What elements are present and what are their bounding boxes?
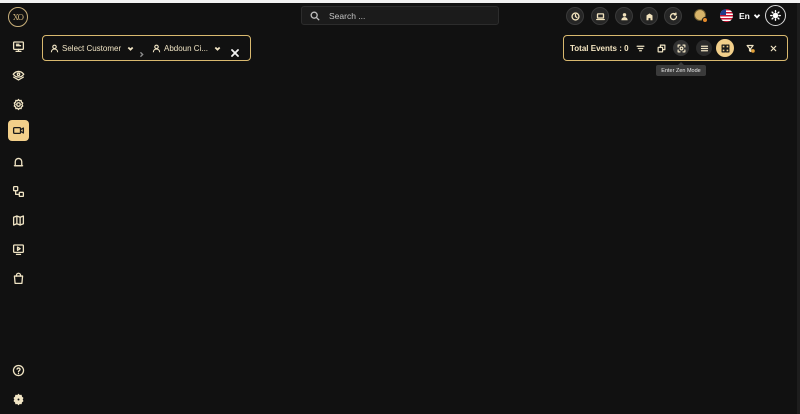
help-circle-icon bbox=[12, 364, 25, 377]
gear-filled-icon bbox=[13, 393, 24, 406]
nodes-icon bbox=[12, 185, 25, 198]
clear-selection-button[interactable] bbox=[231, 44, 239, 62]
devices-button[interactable] bbox=[591, 7, 609, 25]
customer-label: Select Customer bbox=[62, 44, 122, 53]
language-label: En bbox=[739, 10, 750, 21]
sidebar-item-alarms[interactable] bbox=[8, 152, 29, 173]
sites-button[interactable] bbox=[640, 7, 658, 25]
monitor-chat-icon bbox=[12, 41, 25, 53]
user-avatar[interactable] bbox=[694, 9, 708, 23]
chevron-down-icon bbox=[753, 13, 761, 19]
list-view-icon bbox=[700, 45, 708, 51]
top-edge-line bbox=[0, 0, 800, 3]
users-button[interactable] bbox=[615, 7, 633, 25]
video-camera-icon bbox=[12, 127, 25, 134]
sun-icon bbox=[770, 10, 781, 21]
history-button[interactable] bbox=[566, 7, 584, 25]
zen-mode-tooltip: Enter Zen Mode bbox=[656, 62, 706, 76]
user-icon bbox=[620, 12, 628, 20]
us-flag-icon bbox=[720, 9, 733, 22]
help-button[interactable] bbox=[8, 360, 29, 381]
app-logo[interactable]: XO bbox=[8, 7, 28, 27]
list-view-button[interactable] bbox=[696, 40, 712, 56]
notification-dot bbox=[702, 17, 708, 23]
building-icon bbox=[646, 13, 652, 20]
close-events-button[interactable] bbox=[765, 40, 781, 56]
restore-window-icon bbox=[657, 44, 665, 52]
play-screen-icon bbox=[12, 244, 25, 256]
search-icon bbox=[310, 11, 320, 21]
sidebar-item-video[interactable] bbox=[8, 120, 29, 141]
zen-mode-icon bbox=[677, 44, 685, 52]
sidebar-item-playback[interactable] bbox=[8, 239, 29, 260]
total-events-label: Total Events : 0 bbox=[570, 44, 629, 53]
site-dropdown[interactable]: Abdoun Ci... bbox=[152, 44, 221, 53]
user-outline-icon bbox=[50, 44, 59, 53]
search-input[interactable] bbox=[329, 10, 489, 21]
gear-outline-icon bbox=[13, 98, 24, 111]
logo-text: XO bbox=[12, 12, 24, 22]
bell-box-icon bbox=[13, 157, 24, 167]
filter-button[interactable] bbox=[632, 40, 648, 56]
refresh-icon bbox=[669, 11, 677, 20]
sidebar-item-dashboard[interactable] bbox=[8, 36, 29, 57]
sidebar: XO bbox=[0, 3, 36, 414]
laptop-icon bbox=[595, 12, 605, 20]
filter-clear-icon bbox=[746, 44, 755, 53]
sidebar-item-vision[interactable] bbox=[8, 65, 29, 86]
map-icon bbox=[12, 215, 25, 226]
filter-clear-button[interactable] bbox=[742, 40, 758, 56]
restore-window-button[interactable] bbox=[653, 40, 669, 56]
sidebar-item-settings[interactable] bbox=[8, 94, 29, 115]
sidebar-item-store[interactable] bbox=[8, 268, 29, 289]
shopping-bag-icon bbox=[13, 272, 24, 285]
refresh-button[interactable] bbox=[664, 7, 682, 25]
breadcrumb-separator bbox=[138, 45, 145, 63]
filter-icon bbox=[636, 45, 644, 51]
theme-toggle-button[interactable] bbox=[765, 5, 786, 26]
close-icon bbox=[231, 49, 239, 57]
zen-mode-button[interactable] bbox=[673, 40, 689, 56]
clock-icon bbox=[570, 11, 580, 21]
chevron-down-icon bbox=[214, 46, 221, 51]
preferences-button[interactable] bbox=[8, 389, 29, 410]
eye-layers-icon bbox=[12, 70, 25, 81]
customer-selector-bar: Select Customer Abdoun Ci... bbox=[42, 35, 251, 61]
grid-view-button[interactable] bbox=[716, 39, 734, 57]
grid-view-icon bbox=[721, 44, 729, 52]
sidebar-item-map[interactable] bbox=[8, 210, 29, 231]
user-outline-icon bbox=[152, 44, 161, 53]
close-icon bbox=[770, 45, 776, 51]
chevron-down-icon bbox=[127, 46, 134, 51]
language-selector[interactable]: En bbox=[720, 9, 761, 22]
events-toolbar: Total Events : 0 bbox=[563, 35, 788, 61]
chevron-right-icon bbox=[139, 51, 144, 58]
customer-dropdown[interactable]: Select Customer bbox=[50, 44, 134, 53]
search-box bbox=[301, 6, 499, 25]
sidebar-item-workflow[interactable] bbox=[8, 181, 29, 202]
tooltip-text: Enter Zen Mode bbox=[661, 67, 701, 74]
site-label: Abdoun Ci... bbox=[164, 44, 209, 53]
